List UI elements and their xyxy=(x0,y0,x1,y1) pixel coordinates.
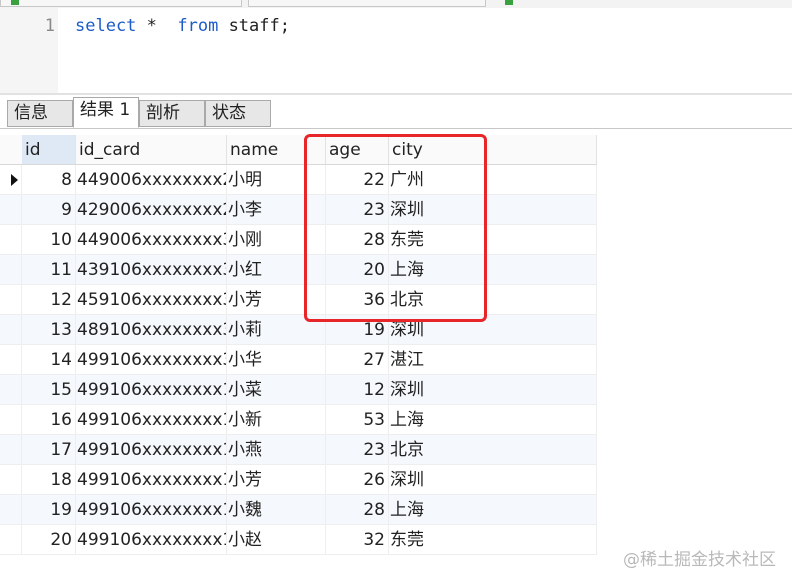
table-row[interactable]: 11 439106xxxxxxxx3 小红 20 上海 xyxy=(0,255,597,285)
cell-name[interactable]: 小芳 xyxy=(227,465,326,495)
watermark: @稀土掘金技术社区 xyxy=(623,550,776,570)
cell-id-card[interactable]: 449006xxxxxxxx2 xyxy=(76,165,227,195)
keyword-from: from xyxy=(177,16,219,36)
cell-id-card[interactable]: 489106xxxxxxxx3 xyxy=(76,315,227,345)
table-row[interactable]: 18 499106xxxxxxxx1 小芳 26 深圳 xyxy=(0,465,597,495)
line-gutter: 1 xyxy=(0,8,58,94)
cell-id-card[interactable]: 499106xxxxxxxx1 xyxy=(76,525,227,555)
cell-name[interactable]: 小魏 xyxy=(227,495,326,525)
row-indicator[interactable] xyxy=(0,375,22,405)
table-row[interactable]: 15 499106xxxxxxxx1 小菜 12 深圳 xyxy=(0,375,597,405)
table-name: staff; xyxy=(218,16,290,36)
row-indicator[interactable] xyxy=(0,255,22,285)
cell-age[interactable]: 53 xyxy=(326,405,389,435)
cell-id[interactable]: 17 xyxy=(22,435,76,465)
cell-age[interactable]: 28 xyxy=(326,495,389,525)
tab-result-1[interactable]: 结果 1 xyxy=(73,97,139,128)
sql-code-line[interactable]: select * from staff; xyxy=(75,16,290,36)
row-indicator[interactable] xyxy=(0,345,22,375)
row-indicator[interactable] xyxy=(0,495,22,525)
row-indicator[interactable] xyxy=(0,525,22,555)
row-indicator[interactable] xyxy=(0,435,22,465)
row-indicator[interactable] xyxy=(0,195,22,225)
cell-name[interactable]: 小华 xyxy=(227,345,326,375)
tab-profile[interactable]: 剖析 xyxy=(139,100,205,127)
cell-city[interactable]: 深圳 xyxy=(389,465,597,495)
column-header-id[interactable]: id xyxy=(22,135,76,164)
toolbar-button-1[interactable] xyxy=(0,0,242,7)
line-number: 1 xyxy=(44,16,55,36)
cell-age[interactable]: 32 xyxy=(326,525,389,555)
column-header-id-card[interactable]: id_card xyxy=(76,135,227,164)
result-tabs: 信息 结果 1 剖析 状态 xyxy=(0,95,792,129)
toolbar-button-2[interactable] xyxy=(248,0,513,7)
row-indicator[interactable] xyxy=(0,405,22,435)
run-icon xyxy=(505,0,513,5)
cell-name[interactable]: 小赵 xyxy=(227,525,326,555)
sql-editor[interactable]: 1 select * from staff; xyxy=(0,8,792,94)
cell-name[interactable]: 小菜 xyxy=(227,375,326,405)
table-row[interactable]: 17 499106xxxxxxxx1 小燕 23 北京 xyxy=(0,435,597,465)
table-row[interactable]: 20 499106xxxxxxxx1 小赵 32 东莞 xyxy=(0,525,597,555)
cell-id-card[interactable]: 499106xxxxxxxx1 xyxy=(76,405,227,435)
cell-id[interactable]: 15 xyxy=(22,375,76,405)
cell-id[interactable]: 14 xyxy=(22,345,76,375)
table-row[interactable]: 9 429006xxxxxxxx2 小李 23 深圳 xyxy=(0,195,597,225)
cell-name[interactable]: 小燕 xyxy=(227,435,326,465)
cell-id[interactable]: 20 xyxy=(22,525,76,555)
row-indicator[interactable] xyxy=(0,315,22,345)
cell-age[interactable]: 26 xyxy=(326,465,389,495)
cell-name[interactable]: 小新 xyxy=(227,405,326,435)
row-indicator[interactable] xyxy=(0,285,22,315)
toolbar-strip xyxy=(0,0,792,8)
cell-id[interactable]: 9 xyxy=(22,195,76,225)
highlight-annotation xyxy=(304,134,487,322)
cell-id-card[interactable]: 499106xxxxxxxx1 xyxy=(76,435,227,465)
grid-header: id id_card name age city xyxy=(0,135,597,165)
cell-id[interactable]: 12 xyxy=(22,285,76,315)
cell-id[interactable]: 13 xyxy=(22,315,76,345)
cell-id[interactable]: 10 xyxy=(22,225,76,255)
table-row[interactable]: 12 459106xxxxxxxx3 小芳 36 北京 xyxy=(0,285,597,315)
table-row[interactable]: 14 499106xxxxxxxx3 小华 27 湛江 xyxy=(0,345,597,375)
run-icon xyxy=(11,0,19,5)
cell-id-card[interactable]: 499106xxxxxxxx1 xyxy=(76,375,227,405)
tab-status[interactable]: 状态 xyxy=(205,100,271,127)
cell-age[interactable]: 27 xyxy=(326,345,389,375)
cell-city[interactable]: 深圳 xyxy=(389,375,597,405)
cell-id[interactable]: 19 xyxy=(22,495,76,525)
cell-id[interactable]: 8 xyxy=(22,165,76,195)
cell-city[interactable]: 北京 xyxy=(389,435,597,465)
cell-id-card[interactable]: 499106xxxxxxxx1 xyxy=(76,465,227,495)
cell-city[interactable]: 上海 xyxy=(389,495,597,525)
keyword-select: select xyxy=(75,16,137,36)
cell-id[interactable]: 11 xyxy=(22,255,76,285)
cell-id-card[interactable]: 499106xxxxxxxx3 xyxy=(76,345,227,375)
table-row[interactable]: 19 499106xxxxxxxx1 小魏 28 上海 xyxy=(0,495,597,525)
cell-city[interactable]: 东莞 xyxy=(389,525,597,555)
cell-id-card[interactable]: 439106xxxxxxxx3 xyxy=(76,255,227,285)
current-row-arrow-icon xyxy=(11,174,18,186)
cell-city[interactable]: 湛江 xyxy=(389,345,597,375)
row-indicator[interactable] xyxy=(0,165,22,195)
cell-id-card[interactable]: 449006xxxxxxxx3 xyxy=(76,225,227,255)
cell-age[interactable]: 23 xyxy=(326,435,389,465)
table-row[interactable]: 8 449006xxxxxxxx2 小明 22 广州 xyxy=(0,165,597,195)
cell-city[interactable]: 上海 xyxy=(389,405,597,435)
table-row[interactable]: 13 489106xxxxxxxx3 小莉 19 深圳 xyxy=(0,315,597,345)
table-row[interactable]: 10 449006xxxxxxxx3 小刚 28 东莞 xyxy=(0,225,597,255)
cell-id[interactable]: 16 xyxy=(22,405,76,435)
row-indicator[interactable] xyxy=(0,225,22,255)
cell-id[interactable]: 18 xyxy=(22,465,76,495)
cell-id-card[interactable]: 499106xxxxxxxx1 xyxy=(76,495,227,525)
select-star: * xyxy=(136,16,178,36)
cell-id-card[interactable]: 429006xxxxxxxx2 xyxy=(76,195,227,225)
cell-id-card[interactable]: 459106xxxxxxxx3 xyxy=(76,285,227,315)
cell-age[interactable]: 12 xyxy=(326,375,389,405)
tab-info[interactable]: 信息 xyxy=(7,100,73,127)
table-row[interactable]: 16 499106xxxxxxxx1 小新 53 上海 xyxy=(0,405,597,435)
row-indicator[interactable] xyxy=(0,465,22,495)
